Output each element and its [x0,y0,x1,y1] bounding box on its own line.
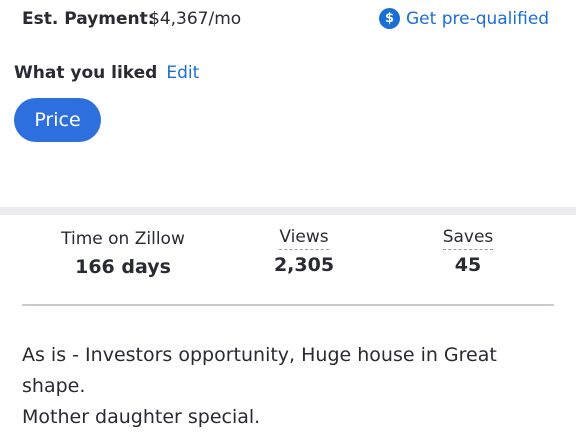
stats-divider [22,304,554,306]
price-chip[interactable]: Price [14,98,101,142]
est-payment-value: $4,367/mo [149,9,242,29]
stat-time-on-zillow: Time on Zillow 166 days [22,226,224,278]
listing-description: As is - Investors opportunity, Huge hous… [22,340,556,433]
get-prequalified-link[interactable]: $ Get pre-qualified [379,8,549,29]
description-line-2: Mother daughter special. [22,406,261,428]
description-line-1: As is - Investors opportunity, Huge hous… [22,344,497,397]
edit-liked-button[interactable]: Edit [166,63,199,83]
stat-views-value: 2,305 [273,254,335,276]
stat-saves-value: 45 [454,254,482,276]
stat-time-on-zillow-label: Time on Zillow [61,229,185,249]
stat-views[interactable]: Views 2,305 [214,226,394,276]
stat-saves-label[interactable]: Saves [442,226,494,250]
what-you-liked-label: What you liked [14,63,158,83]
get-prequalified-label: Get pre-qualified [406,8,550,29]
payment-row: Est. Payment: $4,367/mo $ Get pre-qualif… [0,0,576,40]
section-divider [0,207,576,215]
stat-views-label[interactable]: Views [279,226,329,250]
what-you-liked-header: What you liked Edit [14,63,199,83]
dollar-circle-icon: $ [379,8,400,29]
est-payment-label: Est. Payment: [22,9,155,29]
listing-stats: Time on Zillow 166 days Views 2,305 Save… [22,226,554,304]
stat-time-on-zillow-value: 166 days [75,256,171,278]
stat-saves[interactable]: Saves 45 [378,226,558,276]
